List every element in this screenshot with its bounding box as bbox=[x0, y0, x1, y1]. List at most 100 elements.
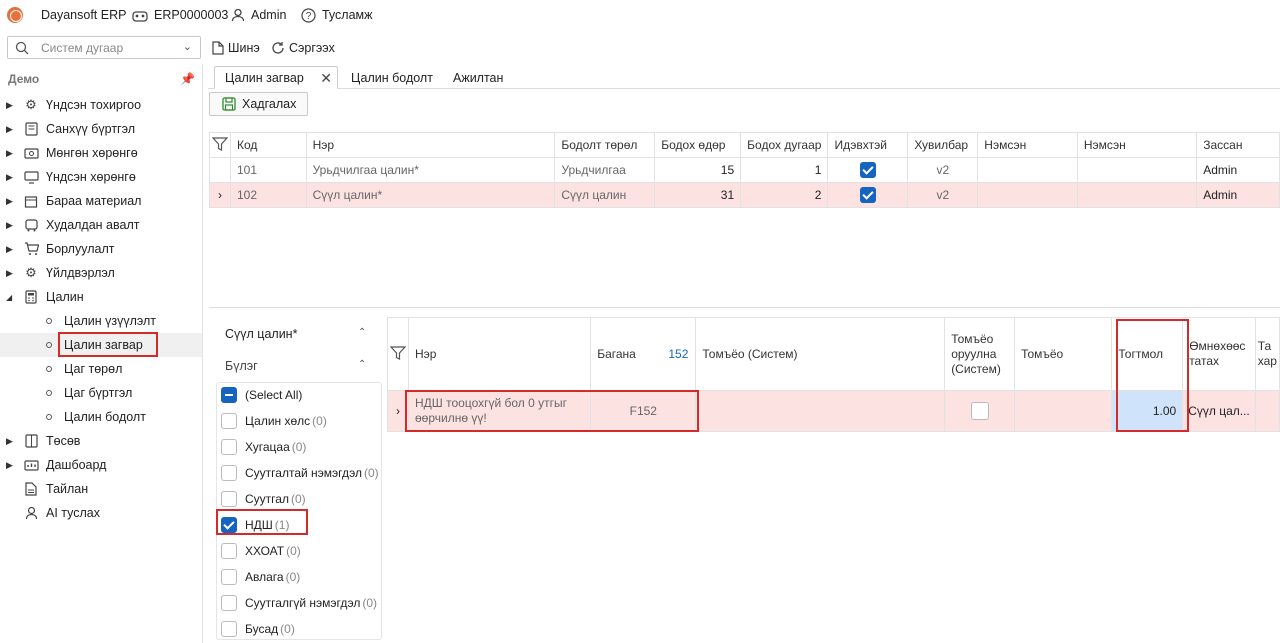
checkbox[interactable] bbox=[221, 439, 237, 455]
cell-calc-number[interactable]: 1 bbox=[740, 157, 829, 183]
save-button[interactable]: Хадгалах bbox=[209, 92, 308, 116]
column-header-column[interactable]: Багана 152 bbox=[590, 317, 697, 391]
active-checkbox[interactable] bbox=[859, 162, 876, 178]
close-icon[interactable]: ✕ bbox=[320, 70, 332, 87]
filter-icon[interactable] bbox=[209, 132, 231, 158]
checkbox[interactable] bbox=[221, 413, 237, 429]
new-button[interactable]: Шинэ bbox=[212, 36, 260, 59]
column-header-constant[interactable]: Тогтмол bbox=[1111, 317, 1184, 391]
sidebar-item-report[interactable]: Тайлан bbox=[0, 477, 202, 501]
column-header-calc-number[interactable]: Бодох дугаар bbox=[740, 132, 829, 158]
cell-column[interactable]: F152 bbox=[590, 390, 697, 432]
checkbox[interactable] bbox=[221, 621, 237, 637]
search-input[interactable] bbox=[39, 39, 179, 56]
cell-formula-system[interactable] bbox=[695, 390, 946, 432]
expand-icon[interactable]: ▶ bbox=[6, 124, 18, 135]
help-button[interactable]: ? Тусламж bbox=[301, 0, 373, 30]
cell-added[interactable] bbox=[977, 182, 1078, 208]
sidebar-subitem-salary-calc[interactable]: Цалин бодолт bbox=[0, 405, 202, 429]
row-expand-icon[interactable]: › bbox=[209, 182, 231, 208]
filter-option[interactable]: Хугацаа (0) bbox=[221, 436, 306, 458]
cell-code[interactable]: 101 bbox=[230, 157, 307, 183]
cell-name[interactable]: Урьдчилгаа цалин* bbox=[305, 157, 556, 183]
column-header-next[interactable]: Та хар bbox=[1254, 317, 1280, 391]
checkbox[interactable] bbox=[221, 491, 237, 507]
sidebar-item-finance[interactable]: ▶ Санхүү бүртгэл bbox=[0, 117, 202, 141]
expand-icon[interactable]: ▶ bbox=[6, 268, 18, 279]
cell-formula-insert[interactable] bbox=[944, 390, 1016, 432]
table-row-selected[interactable]: › 102 Сүүл цалин* Сүүл цалин 31 2 v2 Adm… bbox=[209, 182, 1280, 208]
expand-icon[interactable]: ▶ bbox=[6, 460, 18, 471]
formula-insert-checkbox[interactable] bbox=[970, 402, 989, 420]
tab-salary-calc[interactable]: Цалин бодолт bbox=[341, 66, 443, 89]
sidebar-item-dashboard[interactable]: ▶ Дашбоард bbox=[0, 453, 202, 477]
expand-icon[interactable]: ▶ bbox=[6, 196, 18, 207]
sidebar-item-sales[interactable]: ▶ Борлуулалт bbox=[0, 237, 202, 261]
cell-added[interactable] bbox=[977, 157, 1078, 183]
cell-active[interactable] bbox=[827, 182, 909, 208]
checkbox[interactable] bbox=[221, 595, 237, 611]
cell-code[interactable]: 102 bbox=[230, 182, 307, 208]
chevron-up-icon[interactable]: ⌃ bbox=[358, 359, 366, 370]
column-header-active[interactable]: Идэвхтэй bbox=[827, 132, 909, 158]
active-checkbox[interactable] bbox=[859, 187, 876, 203]
column-header-calc-day[interactable]: Бодох өдөр bbox=[654, 132, 742, 158]
sidebar-subitem-time-type[interactable]: Цаг төрөл bbox=[0, 357, 202, 381]
cell-calc-day[interactable]: 15 bbox=[654, 157, 742, 183]
cell-name[interactable]: НДШ тооцохгүй бол 0 утгыг өөрчилнө үү! bbox=[407, 390, 592, 432]
table-row-selected[interactable]: › НДШ тооцохгүй бол 0 утгыг өөрчилнө үү!… bbox=[387, 390, 1280, 432]
column-header-version[interactable]: Хувилбар bbox=[907, 132, 979, 158]
checkbox[interactable] bbox=[221, 465, 237, 481]
sidebar-item-ai-assistant[interactable]: AI туслах bbox=[0, 501, 202, 525]
table-row[interactable]: 101 Урьдчилгаа цалин* Урьдчилгаа 15 1 v2… bbox=[209, 157, 1280, 183]
cell-added[interactable] bbox=[1076, 182, 1198, 208]
sidebar-item-inventory[interactable]: ▶ Бараа материал bbox=[0, 189, 202, 213]
filter-icon[interactable] bbox=[387, 317, 409, 391]
cell-version[interactable]: v2 bbox=[907, 157, 979, 183]
tab-employee[interactable]: Ажилтан bbox=[443, 66, 513, 89]
column-header-formula-system[interactable]: Томъёо (Систем) bbox=[695, 317, 946, 391]
checkbox[interactable] bbox=[221, 569, 237, 585]
row-indicator[interactable] bbox=[209, 157, 231, 183]
cell-added[interactable] bbox=[1076, 157, 1198, 183]
filter-option[interactable]: ХХОАТ (0) bbox=[221, 540, 301, 562]
cell-calc-type[interactable]: Сүүл цалин bbox=[554, 182, 656, 208]
cell-name[interactable]: Сүүл цалин* bbox=[305, 182, 556, 208]
column-header-name[interactable]: Нэр bbox=[305, 132, 556, 158]
cell-version[interactable]: v2 bbox=[907, 182, 979, 208]
checkbox[interactable] bbox=[221, 387, 237, 403]
filter-option-select-all[interactable]: (Select All) bbox=[221, 384, 302, 406]
expand-icon[interactable]: ▶ bbox=[6, 100, 18, 111]
company-selector[interactable]: ERP0000003 bbox=[132, 0, 228, 30]
filter-option[interactable]: Цалин хөлс (0) bbox=[221, 410, 327, 432]
app-logo[interactable] bbox=[7, 0, 23, 30]
filter-option[interactable]: Бусад (0) bbox=[221, 618, 295, 640]
sidebar-item-purchase[interactable]: ▶ Худалдан авалт bbox=[0, 213, 202, 237]
chevron-up-icon[interactable]: ⌃ bbox=[358, 327, 366, 338]
sidebar-subitem-salary-indicator[interactable]: Цалин үзүүлэлт bbox=[0, 309, 202, 333]
column-header-edited[interactable]: Зассан bbox=[1196, 132, 1280, 158]
expand-icon[interactable]: ▶ bbox=[6, 148, 18, 159]
user-menu[interactable]: Admin bbox=[231, 0, 286, 30]
sidebar-item-production[interactable]: ▶ ⚙ Үйлдвэрлэл bbox=[0, 261, 202, 285]
filter-option[interactable]: Суутгалтай нэмэгдэл (0) bbox=[221, 462, 379, 484]
cell-constant[interactable]: 1.00 bbox=[1111, 390, 1184, 432]
filter-option[interactable]: Авлага (0) bbox=[221, 566, 300, 588]
sidebar-subitem-time-record[interactable]: Цаг бүртгэл bbox=[0, 381, 202, 405]
cell-edited[interactable]: Admin bbox=[1196, 182, 1280, 208]
expand-icon[interactable]: ▶ bbox=[6, 436, 18, 447]
app-name[interactable]: Dayansoft ERP bbox=[41, 0, 126, 30]
column-header-formula-insert[interactable]: Томъёо оруулна (Систем) bbox=[944, 317, 1016, 391]
column-header-prev-pull[interactable]: Өмнөхөөс татах bbox=[1182, 317, 1256, 391]
tab-salary-template[interactable]: Цалин загвар ✕ bbox=[214, 66, 338, 89]
sidebar-item-settings[interactable]: ▶ ⚙ Үндсэн тохиргоо bbox=[0, 93, 202, 117]
checkbox[interactable] bbox=[221, 543, 237, 559]
search-box[interactable]: ⌄ bbox=[7, 36, 201, 59]
expand-icon[interactable]: ▶ bbox=[6, 244, 18, 255]
sidebar-item-budget[interactable]: ▶ Төсөв bbox=[0, 429, 202, 453]
refresh-button[interactable]: Сэргээх bbox=[271, 36, 335, 59]
filter-option[interactable]: Суутгалгүй нэмэгдэл (0) bbox=[221, 592, 377, 614]
row-expand-icon[interactable]: › bbox=[387, 390, 409, 432]
sidebar-subitem-salary-template[interactable]: Цалин загвар bbox=[0, 333, 202, 357]
column-header-formula[interactable]: Томъёо bbox=[1014, 317, 1113, 391]
